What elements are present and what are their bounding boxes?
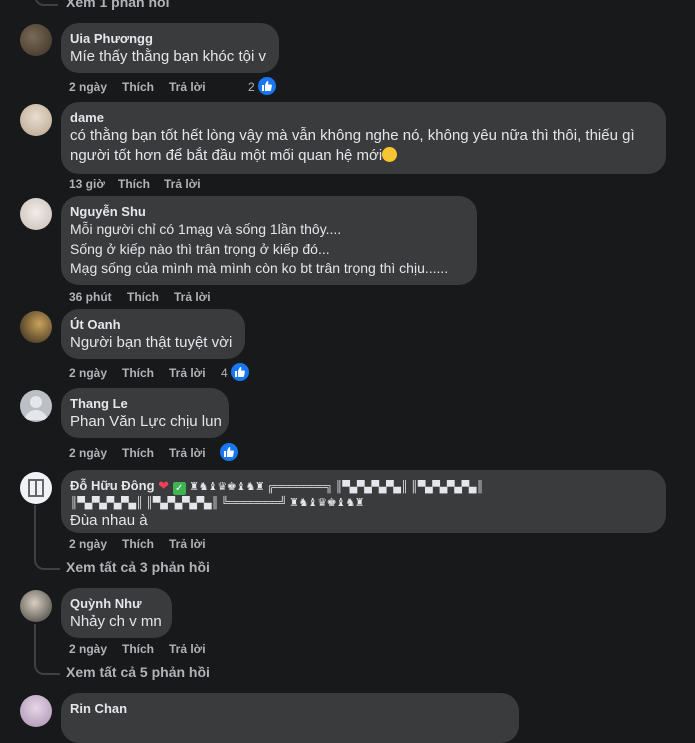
comment-text: Đùa nhau à — [70, 512, 148, 529]
author-name[interactable]: Quỳnh Như — [70, 596, 160, 612]
view-replies-link[interactable]: Xem tất cả 3 phản hồi — [66, 559, 210, 575]
thumbs-up-icon[interactable] — [220, 443, 238, 461]
comment-time[interactable]: 13 giờ — [69, 177, 105, 191]
reply-button[interactable]: Trả lời — [169, 537, 206, 551]
comment-text: Người bạn thật tuyệt vời — [70, 334, 233, 351]
like-button[interactable]: Thích — [127, 290, 159, 304]
avatar[interactable] — [20, 24, 52, 56]
avatar[interactable] — [20, 695, 52, 727]
view-replies-link[interactable]: Xem tất cả 5 phản hồi — [66, 664, 210, 680]
default-avatar-icon[interactable] — [20, 390, 52, 422]
reply-button[interactable]: Trả lời — [169, 446, 206, 460]
comment-bubble: Uia Phươngg Míe thấy thằng bạn khóc tội … — [61, 23, 279, 73]
comment-text-line: Sống ở kiếp nào thì trân trọng ở kiếp đó… — [70, 240, 330, 257]
reply-button[interactable]: Trả lời — [169, 80, 206, 94]
comment-bubble: Đỗ Hữu Đông ❤ ✓ ♜♞♝♛♚♝♞♜ ╔═══════╗ ║▀▄▀▄… — [61, 470, 666, 533]
thumbs-up-icon[interactable] — [231, 363, 249, 381]
avatar[interactable] — [20, 198, 52, 230]
like-button[interactable]: Thích — [122, 642, 154, 656]
author-name[interactable]: dame — [70, 110, 654, 126]
like-button[interactable]: Thích — [122, 446, 154, 460]
avatar[interactable] — [20, 590, 52, 622]
comment-text: Phan Văn Lực chịu lun — [70, 413, 222, 430]
reply-button[interactable]: Trả lời — [169, 366, 206, 380]
like-button[interactable]: Thích — [118, 177, 150, 191]
like-count[interactable]: 4 — [221, 366, 228, 380]
comment-text-line: người tốt hơn để bắt đầu một mối quan hệ… — [70, 146, 654, 166]
comment-text: Míe thấy thằng bạn khóc tội v — [70, 48, 266, 65]
reply-button[interactable]: Trả lời — [164, 177, 201, 191]
comment-bubble: Nguyễn Shu Mỗi người chỉ có 1mạg và sống… — [61, 196, 477, 285]
author-decoration: ♜♞♝♛♚♝♞♜ ╔═══════╗ ║▀▄▀▄▀▄▀▄║ ║▀▄▀▄▀▄▀▄║ — [189, 481, 484, 493]
thread-line — [34, 0, 58, 6]
like-button[interactable]: Thích — [122, 80, 154, 94]
thread-line — [34, 624, 60, 675]
comment-bubble: Rin Chan — [61, 693, 519, 743]
like-button[interactable]: Thích — [122, 366, 154, 380]
avatar[interactable] — [20, 104, 52, 136]
author-decoration: ║▀▄▀▄▀▄▀▄║ ║▀▄▀▄▀▄▀▄║ ╚═══════╝ ♜♞♝♛♚♝♞♜ — [70, 497, 365, 509]
like-button[interactable]: Thích — [122, 537, 154, 551]
reply-button[interactable]: Trả lời — [169, 642, 206, 656]
comment-bubble: dame có thằng bạn tốt hết lòng vậy mà vẫ… — [61, 102, 666, 174]
thumbs-up-icon[interactable] — [258, 77, 276, 95]
avatar[interactable] — [20, 472, 52, 504]
check-icon: ✓ — [172, 482, 186, 495]
comment-text-line: có thằng bạn tốt hết lòng vậy mà vẫn khô… — [70, 127, 635, 144]
view-replies-link-top[interactable]: Xem 1 phản hồi — [66, 0, 169, 10]
author-name[interactable]: Út Oanh — [70, 317, 233, 333]
comment-time[interactable]: 2 ngày — [69, 80, 107, 94]
author-name[interactable]: Đỗ Hữu Đông ❤ ✓ ♜♞♝♛♚♝♞♜ ╔═══════╗ ║▀▄▀▄… — [70, 478, 654, 495]
reply-button[interactable]: Trả lời — [174, 290, 211, 304]
avatar[interactable] — [20, 311, 52, 343]
comment-time[interactable]: 2 ngày — [69, 366, 107, 380]
thread-line — [34, 505, 60, 570]
like-count[interactable]: 2 — [248, 80, 255, 94]
sad-face-icon — [382, 146, 398, 162]
comment-text-line: Mỗi người chỉ có 1mạg và sống 1lần thôy.… — [70, 221, 342, 237]
author-name[interactable]: Uia Phươngg — [70, 31, 267, 47]
heart-icon: ❤ — [158, 478, 170, 493]
author-name[interactable]: Rin Chan — [70, 701, 507, 717]
author-name[interactable]: Nguyễn Shu — [70, 204, 465, 220]
author-name[interactable]: Thang Le — [70, 396, 217, 412]
comment-text-line: Mạg sống của mình mà mình còn ko bt trân… — [70, 260, 449, 276]
comment-bubble: Út Oanh Người bạn thật tuyệt vời — [61, 309, 245, 359]
comment-time[interactable]: 2 ngày — [69, 537, 107, 551]
comment-bubble: Thang Le Phan Văn Lực chịu lun — [61, 388, 229, 438]
comment-bubble: Quỳnh Như Nhảy ch v mn — [61, 588, 172, 638]
comment-text: Nhảy ch v mn — [70, 613, 162, 630]
comment-time[interactable]: 36 phút — [69, 290, 112, 304]
comment-time[interactable]: 2 ngày — [69, 642, 107, 656]
comment-time[interactable]: 2 ngày — [69, 446, 107, 460]
